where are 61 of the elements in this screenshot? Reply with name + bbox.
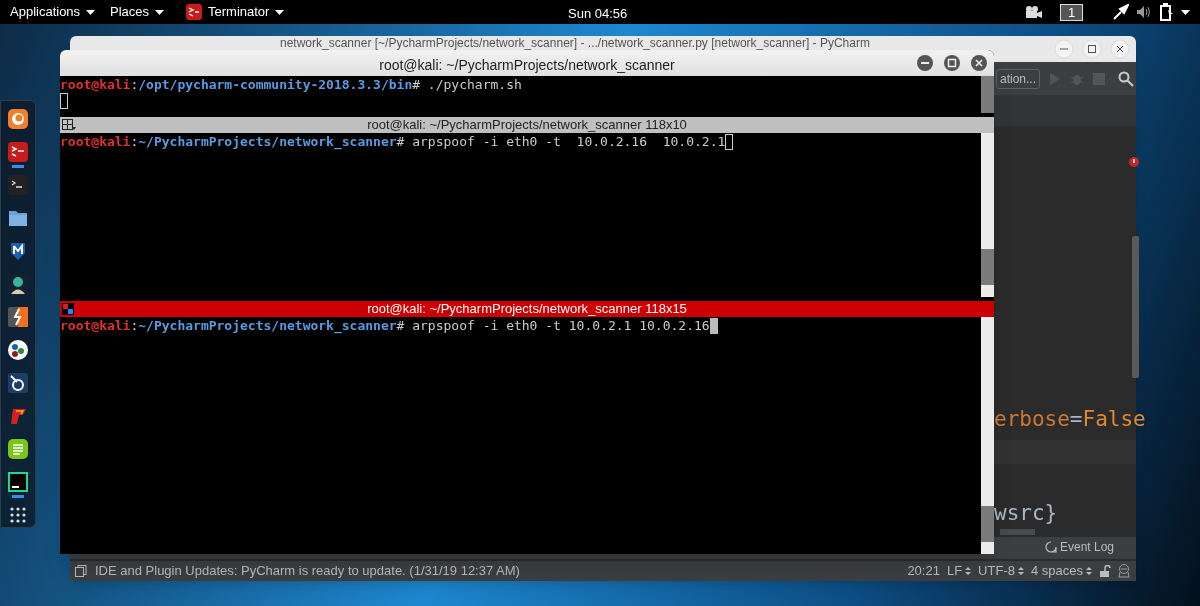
minimize-icon[interactable] (916, 54, 934, 72)
notes-icon[interactable] (8, 439, 28, 459)
windows-icon[interactable] (75, 565, 87, 577)
lightning-icon[interactable] (8, 307, 28, 327)
close-icon[interactable] (1110, 39, 1130, 59)
cursor-position[interactable]: 20:21 (907, 561, 940, 581)
pane-title: root@kali: ~/PycharmProjects/network_scanner 118x15 (367, 301, 687, 317)
inspector-icon[interactable] (1118, 564, 1130, 578)
encoding-selector[interactable]: UTF-8 (978, 561, 1024, 581)
terminal-line: root@kali:~/PycharmProjects/network_scanner# arpspoof -i eth0 -t 10.0.2.16 10.0.2.1 (60, 134, 726, 150)
code-line: erbose=False (994, 406, 1146, 432)
battery-icon[interactable] (1159, 3, 1173, 21)
clock: Sun 04:56 (568, 5, 628, 23)
updown-icon (1017, 566, 1024, 576)
scrollbar[interactable] (981, 76, 994, 113)
menu-button[interactable]: Places (110, 0, 186, 24)
line-ending-selector[interactable]: LF (946, 561, 972, 581)
code-line: wsrc} (994, 500, 1058, 526)
status-message[interactable]: IDE and Plugin Updates: PyCharm is ready to update. (1/31/19 12:37 AM) (95, 561, 520, 581)
app-grid-icon[interactable] (8, 505, 28, 525)
caret-icon (86, 9, 96, 15)
error-icon (1129, 157, 1139, 167)
caret-icon (275, 9, 285, 15)
folder-icon[interactable] (8, 208, 28, 228)
terminal-line: root@kali:/opt/pycharm-community-2018.3.3/bin# ./pycharm.sh (60, 77, 522, 93)
group-icon[interactable] (62, 303, 74, 315)
updown-icon (1086, 566, 1092, 576)
search-icon[interactable] (1118, 71, 1135, 87)
avatar-icon[interactable] (8, 274, 28, 294)
terminal-icon (186, 4, 202, 20)
event-log-button[interactable]: Event Log (1045, 539, 1115, 555)
camera-icon[interactable] (1024, 6, 1042, 18)
shield-icon[interactable] (8, 241, 28, 261)
run-configuration-dropdown[interactable]: ation... (996, 69, 1041, 89)
terminal-icon[interactable] (8, 142, 28, 162)
browser-icon[interactable] (8, 109, 28, 129)
window-title: network_scanner [~/PycharmProjects/network_scanner] - .../network_scanner.py [network_scanner] - PyCharm (280, 37, 870, 50)
unlock-icon[interactable] (1099, 565, 1111, 577)
scrollbar-thumb (1000, 529, 1035, 535)
menu-button[interactable]: Terminator (186, 0, 285, 24)
dots-icon[interactable] (8, 340, 28, 360)
pane-title: root@kali: ~/PycharmProjects/network_scanner 118x10 (367, 117, 687, 133)
menu-button[interactable]: Applications (0, 0, 110, 24)
flame-icon[interactable] (8, 406, 28, 426)
app-icon[interactable] (8, 472, 28, 492)
volume-icon[interactable] (1136, 5, 1150, 19)
terminal-line: root@kali:~/PycharmProjects/network_scanner# arpspoof -i eth0 -t 10.0.2.1 10.0.2.16 (60, 318, 710, 334)
maximize-icon[interactable] (1082, 39, 1102, 59)
group-icon[interactable] (62, 119, 76, 131)
workspace-button[interactable]: 1 (1060, 3, 1083, 21)
indent-selector[interactable]: 4 spaces (1030, 561, 1092, 581)
caret-icon (155, 9, 165, 15)
terminal-icon[interactable] (8, 175, 28, 195)
app-icon[interactable] (8, 373, 28, 393)
caret-icon[interactable] (1181, 9, 1190, 15)
close-icon[interactable] (970, 54, 988, 72)
maximize-icon[interactable] (943, 54, 961, 72)
scrollbar[interactable] (981, 133, 994, 297)
window-title: root@kali: ~/PycharmProjects/network_scanner (379, 56, 675, 75)
scrollbar[interactable] (981, 317, 994, 554)
updown-icon (965, 566, 972, 576)
